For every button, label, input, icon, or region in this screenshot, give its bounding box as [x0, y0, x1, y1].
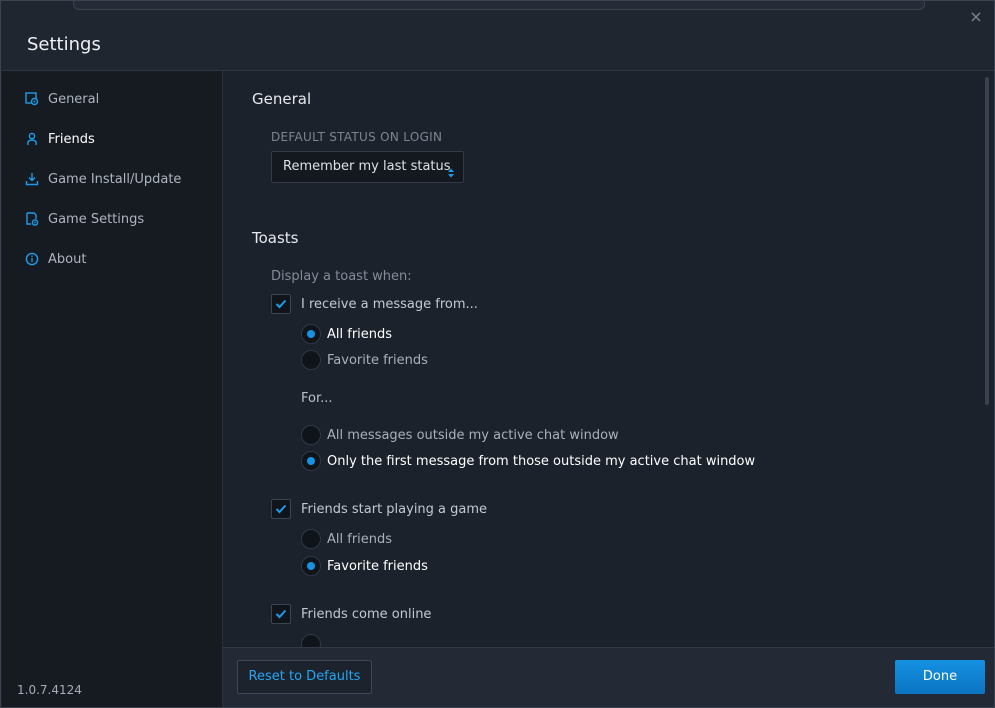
- done-button[interactable]: Done: [895, 660, 985, 694]
- radio-button[interactable]: [301, 451, 321, 471]
- check-icon: [275, 609, 287, 619]
- radio-label: All messages outside my active chat wind…: [327, 427, 619, 443]
- online-partial-radio[interactable]: [301, 634, 327, 647]
- for-label: For...: [301, 391, 333, 406]
- first-message-radio[interactable]: Only the first message from those outsid…: [301, 451, 755, 471]
- window-title: Settings: [27, 34, 101, 55]
- checkbox-label: Friends start playing a game: [301, 501, 488, 517]
- sidebar-item-game-settings[interactable]: Game Settings: [2, 202, 223, 236]
- radio-button[interactable]: [301, 634, 321, 647]
- toasts-hint: Display a toast when:: [271, 269, 412, 284]
- title-bar: Settings: [1, 1, 994, 71]
- settings-content: General DEFAULT STATUS ON LOGIN Remember…: [223, 71, 994, 647]
- check-icon: [275, 299, 287, 309]
- checkbox-label: I receive a message from...: [301, 296, 478, 312]
- sidebar-item-game-install-update[interactable]: Game Install/Update: [2, 162, 223, 196]
- radio-button[interactable]: [301, 324, 321, 344]
- info-icon: [24, 251, 40, 267]
- download-icon: [24, 171, 40, 187]
- checkbox[interactable]: [271, 294, 291, 314]
- friends-icon: [24, 131, 40, 147]
- sidebar-item-label: General: [48, 91, 100, 107]
- playing-toast-checkbox[interactable]: Friends start playing a game: [271, 499, 487, 519]
- playing-favorite-friends-radio[interactable]: Favorite friends: [301, 556, 428, 576]
- reset-to-defaults-button[interactable]: Reset to Defaults: [237, 660, 372, 694]
- game-settings-icon: [24, 211, 40, 227]
- radio-button[interactable]: [301, 350, 321, 370]
- sidebar-item-label: About: [48, 251, 87, 267]
- radio-selected-dot: [307, 330, 315, 338]
- checkbox[interactable]: [271, 499, 291, 519]
- radio-selected-dot: [307, 457, 315, 465]
- sidebar-item-label: Game Install/Update: [48, 171, 182, 187]
- message-toast-checkbox[interactable]: I receive a message from...: [271, 294, 478, 314]
- title-bar-notch: [73, 1, 925, 10]
- radio-label: All friends: [327, 531, 393, 547]
- playing-all-friends-radio[interactable]: All friends: [301, 529, 392, 549]
- sidebar-item-label: Game Settings: [48, 211, 145, 227]
- check-icon: [275, 504, 287, 514]
- content-scrollbar[interactable]: [985, 77, 989, 405]
- radio-label: Favorite friends: [327, 558, 428, 574]
- online-toast-checkbox[interactable]: Friends come online: [271, 604, 431, 624]
- sidebar-item-general[interactable]: General: [2, 82, 223, 116]
- footer-bar: Reset to Defaults Done: [223, 647, 994, 707]
- radio-button[interactable]: [301, 425, 321, 445]
- default-status-select[interactable]: Remember my last status: [271, 151, 464, 183]
- all-messages-radio[interactable]: All messages outside my active chat wind…: [301, 425, 619, 445]
- default-status-label: DEFAULT STATUS ON LOGIN: [271, 130, 443, 144]
- settings-window: Settings × General Friends Game Install/…: [0, 0, 995, 708]
- message-all-friends-radio[interactable]: All friends: [301, 324, 392, 344]
- sidebar: General Friends Game Install/Update Game…: [2, 71, 223, 707]
- close-icon[interactable]: ×: [966, 7, 986, 27]
- message-favorite-friends-radio[interactable]: Favorite friends: [301, 350, 428, 370]
- checkbox-label: Friends come online: [301, 606, 432, 622]
- radio-label: All friends: [327, 326, 393, 342]
- radio-button[interactable]: [301, 556, 321, 576]
- toasts-section-title: Toasts: [252, 229, 299, 247]
- sidebar-item-about[interactable]: About: [2, 242, 223, 276]
- checkbox[interactable]: [271, 604, 291, 624]
- general-section-title: General: [252, 90, 312, 108]
- sidebar-item-label: Friends: [48, 131, 95, 147]
- radio-label: Favorite friends: [327, 352, 428, 368]
- sidebar-item-friends[interactable]: Friends: [2, 122, 223, 156]
- default-status-value: Remember my last status: [283, 159, 451, 174]
- radio-label: Only the first message from those outsid…: [327, 453, 756, 469]
- radio-selected-dot: [307, 562, 315, 570]
- general-settings-icon: [24, 91, 40, 107]
- select-arrows-icon: [447, 161, 455, 191]
- version-label: 1.0.7.4124: [17, 683, 82, 697]
- radio-button[interactable]: [301, 529, 321, 549]
